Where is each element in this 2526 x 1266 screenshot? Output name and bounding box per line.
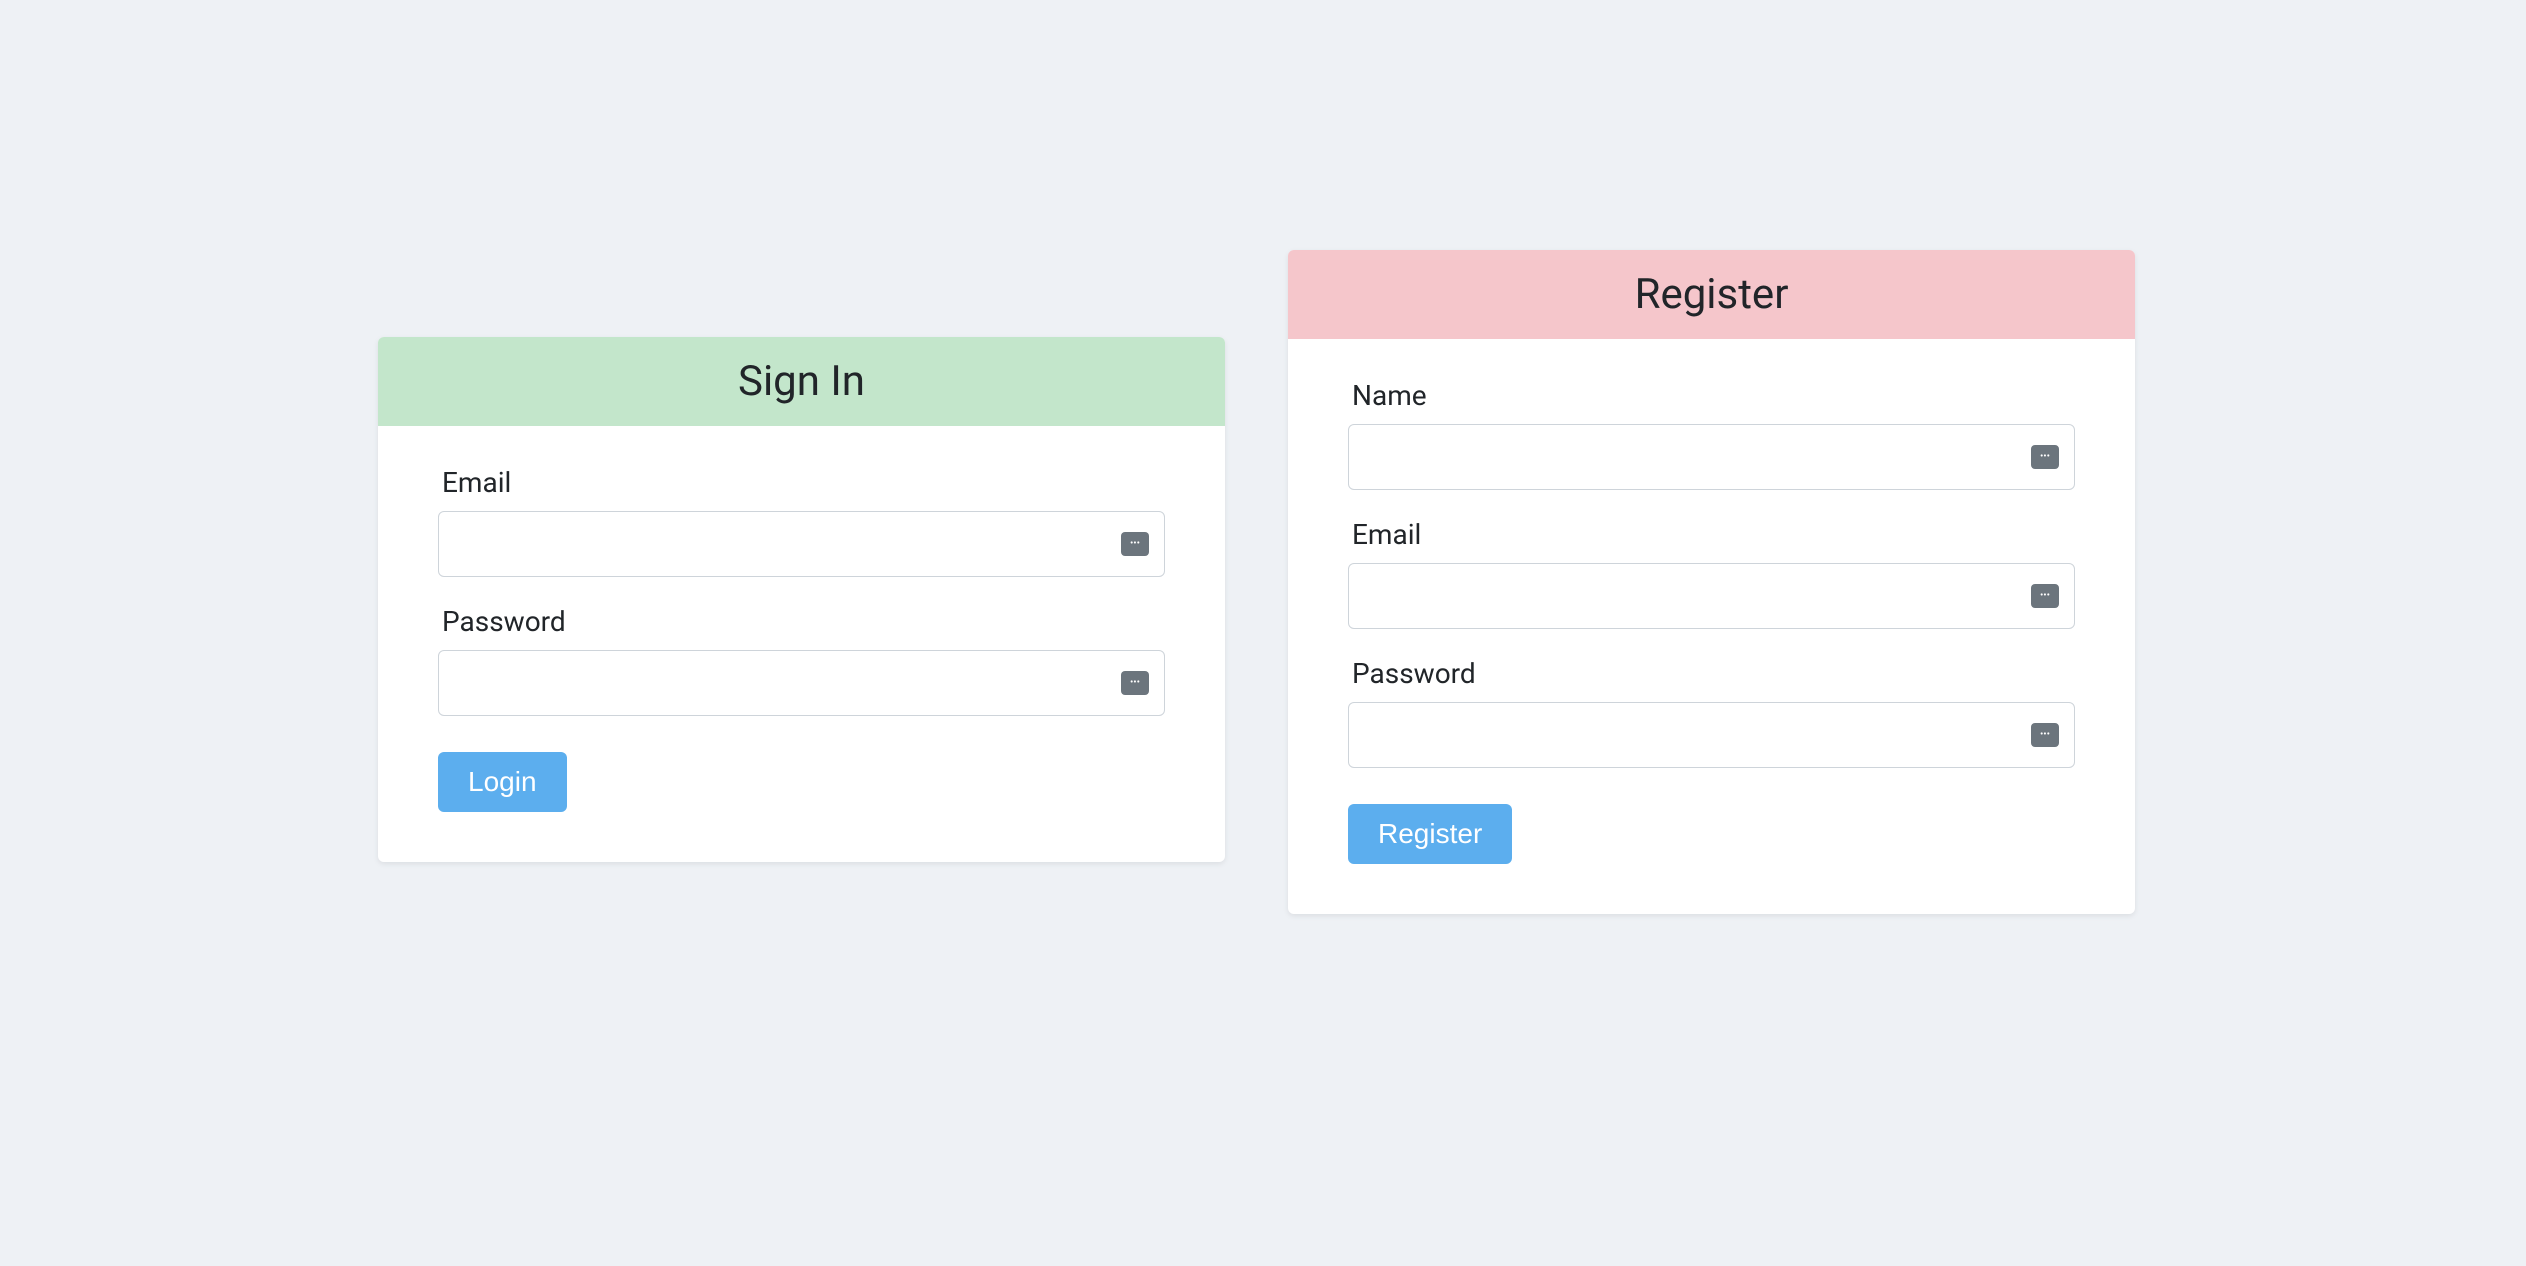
login-button[interactable]: Login <box>438 752 567 812</box>
register-name-input[interactable] <box>1348 424 2075 490</box>
register-password-wrapper <box>1348 702 2075 768</box>
signin-card: Sign In Email Password Login <box>378 337 1225 862</box>
register-title: Register <box>1635 270 1789 319</box>
register-email-label: Email <box>1348 518 2075 551</box>
signin-password-wrapper <box>438 650 1165 716</box>
register-name-group: Name <box>1348 379 2075 490</box>
signin-title: Sign In <box>738 357 865 406</box>
register-header: Register <box>1288 250 2135 339</box>
register-card: Register Name Email Password Register <box>1288 250 2135 914</box>
signin-email-input[interactable] <box>438 511 1165 577</box>
register-email-wrapper <box>1348 563 2075 629</box>
signin-email-wrapper <box>438 511 1165 577</box>
register-email-group: Email <box>1348 518 2075 629</box>
register-name-wrapper <box>1348 424 2075 490</box>
register-name-label: Name <box>1348 379 2075 412</box>
signin-password-input[interactable] <box>438 650 1165 716</box>
register-body: Name Email Password Register <box>1288 339 2135 914</box>
register-button[interactable]: Register <box>1348 804 1512 864</box>
register-password-group: Password <box>1348 657 2075 768</box>
register-password-input[interactable] <box>1348 702 2075 768</box>
autofill-icon[interactable] <box>1121 671 1149 695</box>
autofill-icon[interactable] <box>2031 584 2059 608</box>
register-email-input[interactable] <box>1348 563 2075 629</box>
signin-header: Sign In <box>378 337 1225 426</box>
signin-password-label: Password <box>438 605 1165 638</box>
register-password-label: Password <box>1348 657 2075 690</box>
signin-password-group: Password <box>438 605 1165 716</box>
autofill-icon[interactable] <box>1121 532 1149 556</box>
signin-email-group: Email <box>438 466 1165 577</box>
signin-email-label: Email <box>438 466 1165 499</box>
autofill-icon[interactable] <box>2031 723 2059 747</box>
autofill-icon[interactable] <box>2031 445 2059 469</box>
signin-body: Email Password Login <box>378 426 1225 862</box>
